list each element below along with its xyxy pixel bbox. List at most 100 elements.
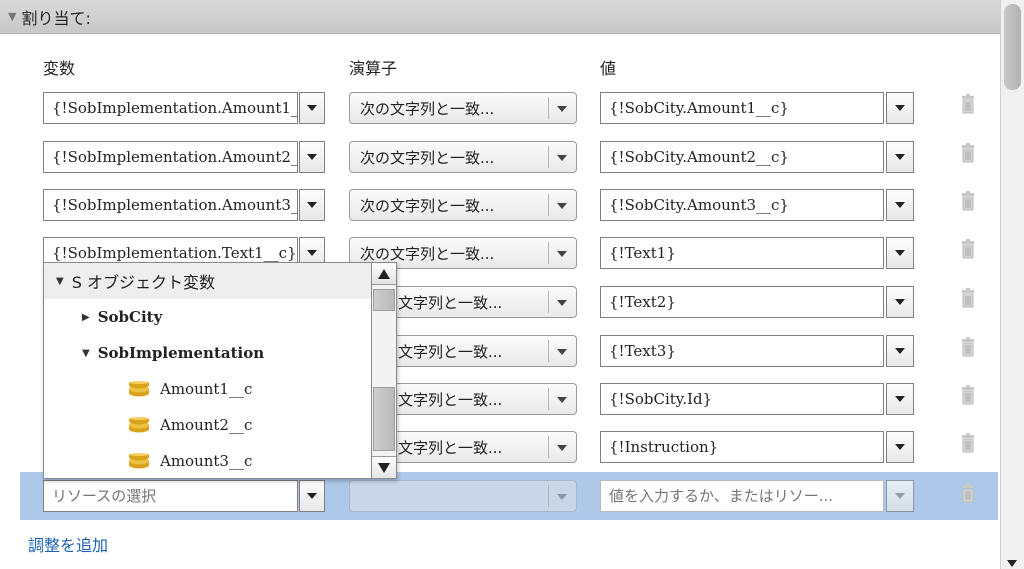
value-dropdown-button[interactable] (886, 189, 914, 221)
value-dropdown-button[interactable] (886, 141, 914, 173)
add-adjustment-link[interactable]: 調整を追加 (28, 532, 108, 556)
coin-icon (129, 381, 149, 397)
coin-icon (129, 453, 149, 469)
chevron-down-icon (895, 299, 905, 305)
field-label: Amount2__c (160, 416, 253, 434)
operator-select[interactable] (349, 480, 577, 512)
operator-label: 次の文字列と一致... (360, 99, 495, 118)
value-dropdown-button[interactable] (886, 286, 914, 318)
resource-dropdown-popup: ▼ S オブジェクト変数 ▶ SobCity ▼ SobImplementati… (43, 262, 397, 479)
value-field[interactable]: {!SobCity.Id} (600, 383, 884, 415)
page-scrollbar[interactable] (1000, 0, 1024, 569)
value-dropdown-button[interactable] (886, 335, 914, 367)
collapse-triangle-icon[interactable]: ▼ (8, 10, 16, 23)
chevron-down-icon (895, 202, 905, 208)
column-header-value: 値 (600, 59, 617, 78)
chevron-down-icon (557, 397, 567, 403)
chevron-down-icon (557, 494, 567, 500)
chevron-down-icon (895, 444, 905, 450)
chevron-down-icon (895, 396, 905, 402)
field-item-amount1[interactable]: Amount1__c (44, 371, 372, 407)
field-label: Amount1__c (160, 380, 253, 398)
value-dropdown-button[interactable] (886, 92, 914, 124)
operator-label: 次の文字列と一致... (360, 196, 495, 215)
triangle-down-icon: ▼ (56, 275, 64, 287)
variable-dropdown-button[interactable] (299, 189, 325, 221)
tree-item-sobcity[interactable]: ▶ SobCity (44, 299, 372, 335)
chevron-down-icon (307, 154, 317, 160)
section-title: 割り当て: (21, 8, 91, 28)
triangle-up-icon (378, 268, 390, 279)
value-dropdown-button[interactable] (886, 431, 914, 463)
field-item-amount2[interactable]: Amount2__c (44, 407, 372, 443)
tree-item-sobimplementation[interactable]: ▼ SobImplementation (44, 335, 372, 371)
trash-icon[interactable] (959, 483, 977, 503)
resource-list: ▼ S オブジェクト変数 ▶ SobCity ▼ SobImplementati… (44, 263, 372, 478)
scroll-up-button[interactable] (372, 263, 396, 285)
group-label: S オブジェクト変数 (71, 273, 215, 292)
variable-dropdown-button[interactable] (299, 480, 325, 512)
value-dropdown-button[interactable] (886, 237, 914, 269)
variable-field[interactable]: {!SobImplementation.Amount2__c} (43, 141, 298, 173)
trash-icon[interactable] (959, 288, 977, 308)
value-field[interactable]: {!SobCity.Amount3__c} (600, 189, 884, 221)
section-header[interactable]: ▼ 割り当て: (0, 0, 1000, 34)
chevron-down-icon (307, 202, 317, 208)
chevron-down-icon (557, 106, 567, 112)
chevron-down-icon (307, 493, 317, 499)
value-input[interactable] (600, 480, 884, 512)
operator-select[interactable]: 次の文字列と一致... (349, 189, 577, 221)
coin-icon (129, 417, 149, 433)
trash-icon[interactable] (959, 337, 977, 357)
trash-icon[interactable] (959, 385, 977, 405)
value-field[interactable]: {!Instruction} (600, 431, 884, 463)
scroll-thumb-lower[interactable] (373, 387, 395, 451)
operator-label: 次の文字列と一致... (360, 148, 495, 167)
operator-label: 文字列と一致... (398, 293, 503, 312)
variable-field[interactable]: {!SobImplementation.Amount1__c} (43, 92, 298, 124)
popup-scrollbar[interactable] (371, 263, 396, 478)
field-item-amount3[interactable]: Amount3__c (44, 443, 372, 478)
chevron-down-icon (557, 251, 567, 257)
operator-label: 文字列と一致... (398, 390, 503, 409)
page-scroll-thumb[interactable] (1004, 4, 1021, 90)
value-dropdown-button[interactable] (886, 480, 914, 512)
value-field[interactable]: {!SobCity.Amount1__c} (600, 92, 884, 124)
assignment-row: {!SobImplementation.Amount3__c} 次の文字列と一致… (0, 186, 1000, 228)
tree-item-label: SobCity (97, 308, 163, 326)
assignment-row: {!SobImplementation.Amount2__c} 次の文字列と一致… (0, 138, 1000, 180)
variable-field[interactable]: {!SobImplementation.Amount3__c} (43, 189, 298, 221)
trash-icon[interactable] (959, 94, 977, 114)
group-sobject-variables[interactable]: ▼ S オブジェクト変数 (44, 263, 372, 299)
trash-icon[interactable] (959, 239, 977, 259)
triangle-down-icon (378, 462, 390, 473)
operator-select[interactable]: 次の文字列と一致... (349, 92, 577, 124)
resource-select-input[interactable] (43, 480, 298, 512)
operator-select[interactable]: 次の文字列と一致... (349, 141, 577, 173)
tree-item-label: SobImplementation (97, 344, 265, 362)
variable-dropdown-button[interactable] (299, 92, 325, 124)
triangle-down-icon: ▼ (82, 347, 90, 359)
operator-label: 次の文字列と一致... (360, 244, 495, 263)
trash-icon[interactable] (959, 433, 977, 453)
scroll-down-arrow-icon[interactable] (1007, 560, 1017, 567)
chevron-down-icon (895, 348, 905, 354)
value-field[interactable]: {!Text3} (600, 335, 884, 367)
chevron-down-icon (557, 203, 567, 209)
value-field[interactable]: {!Text1} (600, 237, 884, 269)
scroll-thumb[interactable] (373, 289, 395, 311)
value-field[interactable]: {!SobCity.Amount2__c} (600, 141, 884, 173)
field-label: Amount3__c (160, 452, 253, 470)
variable-dropdown-button[interactable] (299, 141, 325, 173)
value-dropdown-button[interactable] (886, 383, 914, 415)
operator-label: 文字列と一致... (398, 342, 503, 361)
operator-label: 文字列と一致... (398, 438, 503, 457)
scroll-down-button[interactable] (372, 456, 396, 478)
column-header-variable: 変数 (43, 59, 76, 78)
trash-icon[interactable] (959, 143, 977, 163)
assignment-row: {!SobImplementation.Amount1__c} 次の文字列と一致… (0, 89, 1000, 131)
value-field[interactable]: {!Text2} (600, 286, 884, 318)
trash-icon[interactable] (959, 191, 977, 211)
chevron-down-icon (895, 250, 905, 256)
chevron-down-icon (557, 155, 567, 161)
